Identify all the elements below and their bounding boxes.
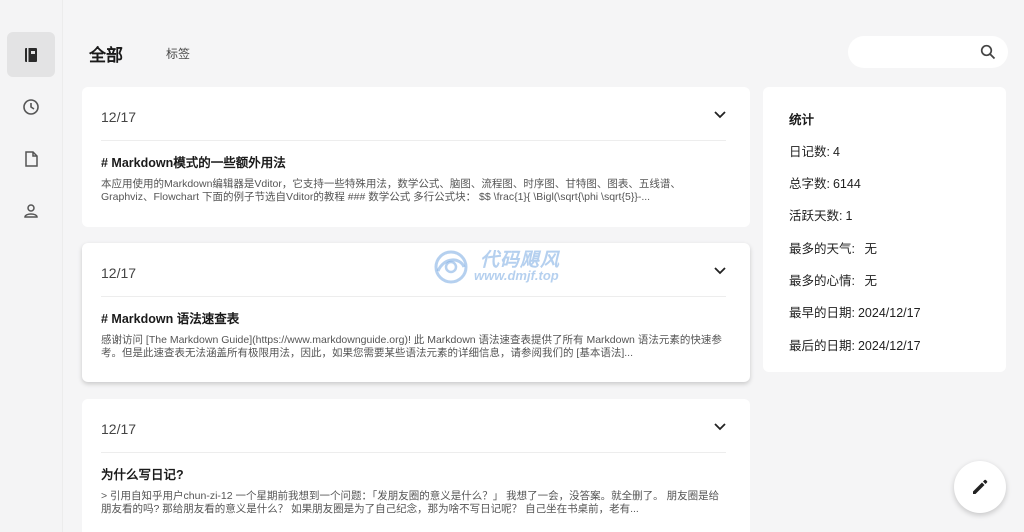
search-input[interactable] bbox=[862, 42, 972, 62]
stat-value: 无 bbox=[860, 242, 877, 256]
stat-label: 最早的日期: bbox=[789, 306, 855, 320]
rail-item-diary[interactable] bbox=[7, 32, 55, 77]
swirl-logo-icon bbox=[434, 250, 468, 284]
watermark: 代码飓风 www.dmjf.top bbox=[430, 245, 600, 289]
entry-title: # Markdown模式的一些额外用法 bbox=[101, 156, 286, 170]
stat-label: 日记数: bbox=[789, 145, 830, 159]
stat-label: 活跃天数: bbox=[789, 209, 843, 223]
document-icon bbox=[25, 150, 38, 167]
divider bbox=[101, 140, 726, 141]
stat-label: 总字数: bbox=[789, 177, 830, 191]
stat-value: 2024/12/17 bbox=[857, 339, 921, 353]
divider bbox=[101, 296, 726, 297]
stat-label: 最后的日期: bbox=[789, 339, 855, 353]
tab-tags[interactable]: 标签 bbox=[166, 45, 190, 62]
rail-item-timeline[interactable] bbox=[7, 84, 55, 129]
stat-word-count: 总字数: 6144 bbox=[789, 173, 861, 192]
entry-excerpt: > 引用自知乎用户chun-zi-12 一个星期前我想到一个问题：「发朋友圈的意… bbox=[101, 490, 720, 515]
stat-top-weather: 最多的天气: 无 bbox=[789, 238, 877, 257]
stat-earliest-date: 最早的日期: 2024/12/17 bbox=[789, 302, 921, 321]
chevron-down-icon[interactable] bbox=[714, 111, 726, 119]
statistics-panel: 统计 日记数: 4 总字数: 6144 活跃天数: 1 最多的天气: 无 最多的心情:… bbox=[763, 87, 1006, 372]
pencil-icon bbox=[973, 479, 988, 494]
watermark-url: www.dmjf.top bbox=[474, 268, 559, 283]
rail-item-profile[interactable] bbox=[7, 188, 55, 233]
entry-date: 12/17 bbox=[101, 109, 137, 125]
chevron-down-icon[interactable] bbox=[714, 423, 726, 431]
stat-active-days: 活跃天数: 1 bbox=[789, 205, 852, 224]
navigation-rail bbox=[0, 0, 62, 532]
stat-entry-count: 日记数: 4 bbox=[789, 141, 840, 160]
stats-title: 统计 bbox=[789, 113, 815, 127]
stat-top-mood: 最多的心情: 无 bbox=[789, 270, 877, 289]
rail-item-documents[interactable] bbox=[7, 136, 55, 181]
stat-latest-date: 最后的日期: 2024/12/17 bbox=[789, 335, 921, 354]
stat-label: 最多的心情: bbox=[789, 274, 855, 288]
clock-icon bbox=[23, 98, 39, 115]
entry-title: # Markdown 语法速查表 bbox=[101, 312, 240, 326]
entry-excerpt: 本应用使用的Markdown编辑器是Vditor，它支持一些特殊用法，数学公式、… bbox=[101, 178, 681, 203]
diary-entry-card[interactable]: 12/17 为什么写日记? > 引用自知乎用户chun-zi-12 一个星期前我… bbox=[82, 399, 750, 532]
notebook-icon bbox=[25, 47, 37, 62]
person-icon bbox=[24, 203, 38, 218]
entry-excerpt: 感谢访问 [The Markdown Guide](https://www.ma… bbox=[101, 334, 722, 359]
stat-value: 4 bbox=[832, 145, 840, 159]
stat-value: 1 bbox=[845, 209, 853, 223]
chevron-down-icon[interactable] bbox=[714, 267, 726, 275]
stat-value: 2024/12/17 bbox=[857, 306, 921, 320]
stat-value: 无 bbox=[860, 274, 877, 288]
stat-label: 最多的天气: bbox=[789, 242, 855, 256]
entry-date: 12/17 bbox=[101, 421, 137, 437]
search-icon[interactable] bbox=[980, 44, 996, 60]
diary-entry-card[interactable]: 12/17 # Markdown 语法速查表 感谢访问 [The Markdow… bbox=[82, 243, 750, 382]
stat-value: 6144 bbox=[832, 177, 861, 191]
entry-date: 12/17 bbox=[101, 265, 137, 281]
diary-entry-card[interactable]: 12/17 # Markdown模式的一些额外用法 本应用使用的Markdown… bbox=[82, 87, 750, 227]
new-entry-button[interactable] bbox=[954, 461, 1006, 513]
search-box[interactable] bbox=[848, 36, 1008, 68]
entry-title: 为什么写日记? bbox=[101, 468, 184, 482]
divider bbox=[101, 452, 726, 453]
tab-all[interactable]: 全部 bbox=[89, 41, 123, 66]
